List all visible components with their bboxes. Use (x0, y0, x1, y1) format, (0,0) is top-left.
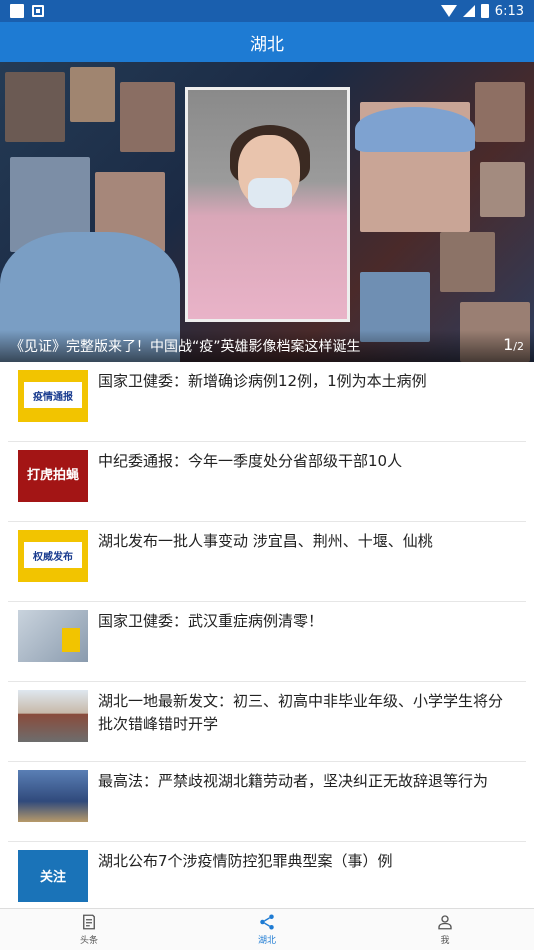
banner-pager: 1/2 (503, 335, 524, 354)
news-icon (83, 914, 95, 930)
battery-icon (480, 4, 489, 18)
news-item[interactable]: 湖北一地最新发文：初三、初高中非毕业年级、小学学生将分批次错峰错时开学 (8, 682, 526, 762)
bottom-tab-bar: 头条 湖北 我 (0, 908, 534, 950)
news-thumbnail: 打虎拍蝇 (18, 450, 88, 502)
news-title: 湖北发布一批人事变动 涉宜昌、荆州、十堰、仙桃 (98, 532, 433, 550)
news-thumbnail (18, 770, 88, 822)
news-thumbnail: 疫情通报 (18, 370, 88, 422)
status-bar: 6:13 (0, 0, 534, 22)
news-list: 疫情通报 国家卫健委：新增确诊病例12例，1例为本土病例 打虎拍蝇 中纪委通报：… (0, 362, 534, 922)
news-item[interactable]: 权威发布 湖北发布一批人事变动 涉宜昌、荆州、十堰、仙桃 (8, 522, 526, 602)
banner-image (185, 87, 350, 322)
news-title: 国家卫健委：新增确诊病例12例，1例为本土病例 (98, 372, 427, 390)
wifi-icon (440, 5, 457, 17)
banner-caption[interactable]: 《见证》完整版来了！中国战“疫”英雄影像档案这样诞生 (0, 330, 534, 362)
news-thumbnail: 权威发布 (18, 530, 88, 582)
app-bar: 湖北 (0, 22, 534, 62)
news-thumbnail (18, 690, 88, 742)
signal-icon (462, 5, 475, 17)
news-title: 湖北一地最新发文：初三、初高中非毕业年级、小学学生将分批次错峰错时开学 (98, 692, 504, 733)
tab-me[interactable]: 我 (356, 909, 534, 950)
banner-carousel[interactable]: 《见证》完整版来了！中国战“疫”英雄影像档案这样诞生 1/2 (0, 62, 534, 362)
news-title: 国家卫健委：武汉重症病例清零！ (98, 612, 324, 630)
tab-hubei[interactable]: 湖北 (178, 909, 356, 950)
news-thumbnail: 关注 (18, 850, 88, 902)
app-notification-icon (32, 5, 44, 17)
news-item[interactable]: 疫情通报 国家卫健委：新增确诊病例12例，1例为本土病例 (8, 362, 526, 442)
share-icon (260, 914, 274, 930)
news-title: 中纪委通报：今年一季度处分省部级干部10人 (98, 452, 403, 470)
news-item[interactable]: 最高法：严禁歧视湖北籍劳动者，坚决纠正无故辞退等行为 (8, 762, 526, 842)
news-title: 最高法：严禁歧视湖北籍劳动者，坚决纠正无故辞退等行为 (98, 772, 489, 790)
user-icon (438, 915, 452, 930)
news-item[interactable]: 打虎拍蝇 中纪委通报：今年一季度处分省部级干部10人 (8, 442, 526, 522)
notification-icon (10, 4, 24, 18)
news-item[interactable]: 国家卫健委：武汉重症病例清零！ (8, 602, 526, 682)
status-time: 6:13 (494, 3, 524, 19)
app-title: 湖北 (250, 34, 284, 55)
news-thumbnail (18, 610, 88, 662)
tab-headlines[interactable]: 头条 (0, 909, 178, 950)
